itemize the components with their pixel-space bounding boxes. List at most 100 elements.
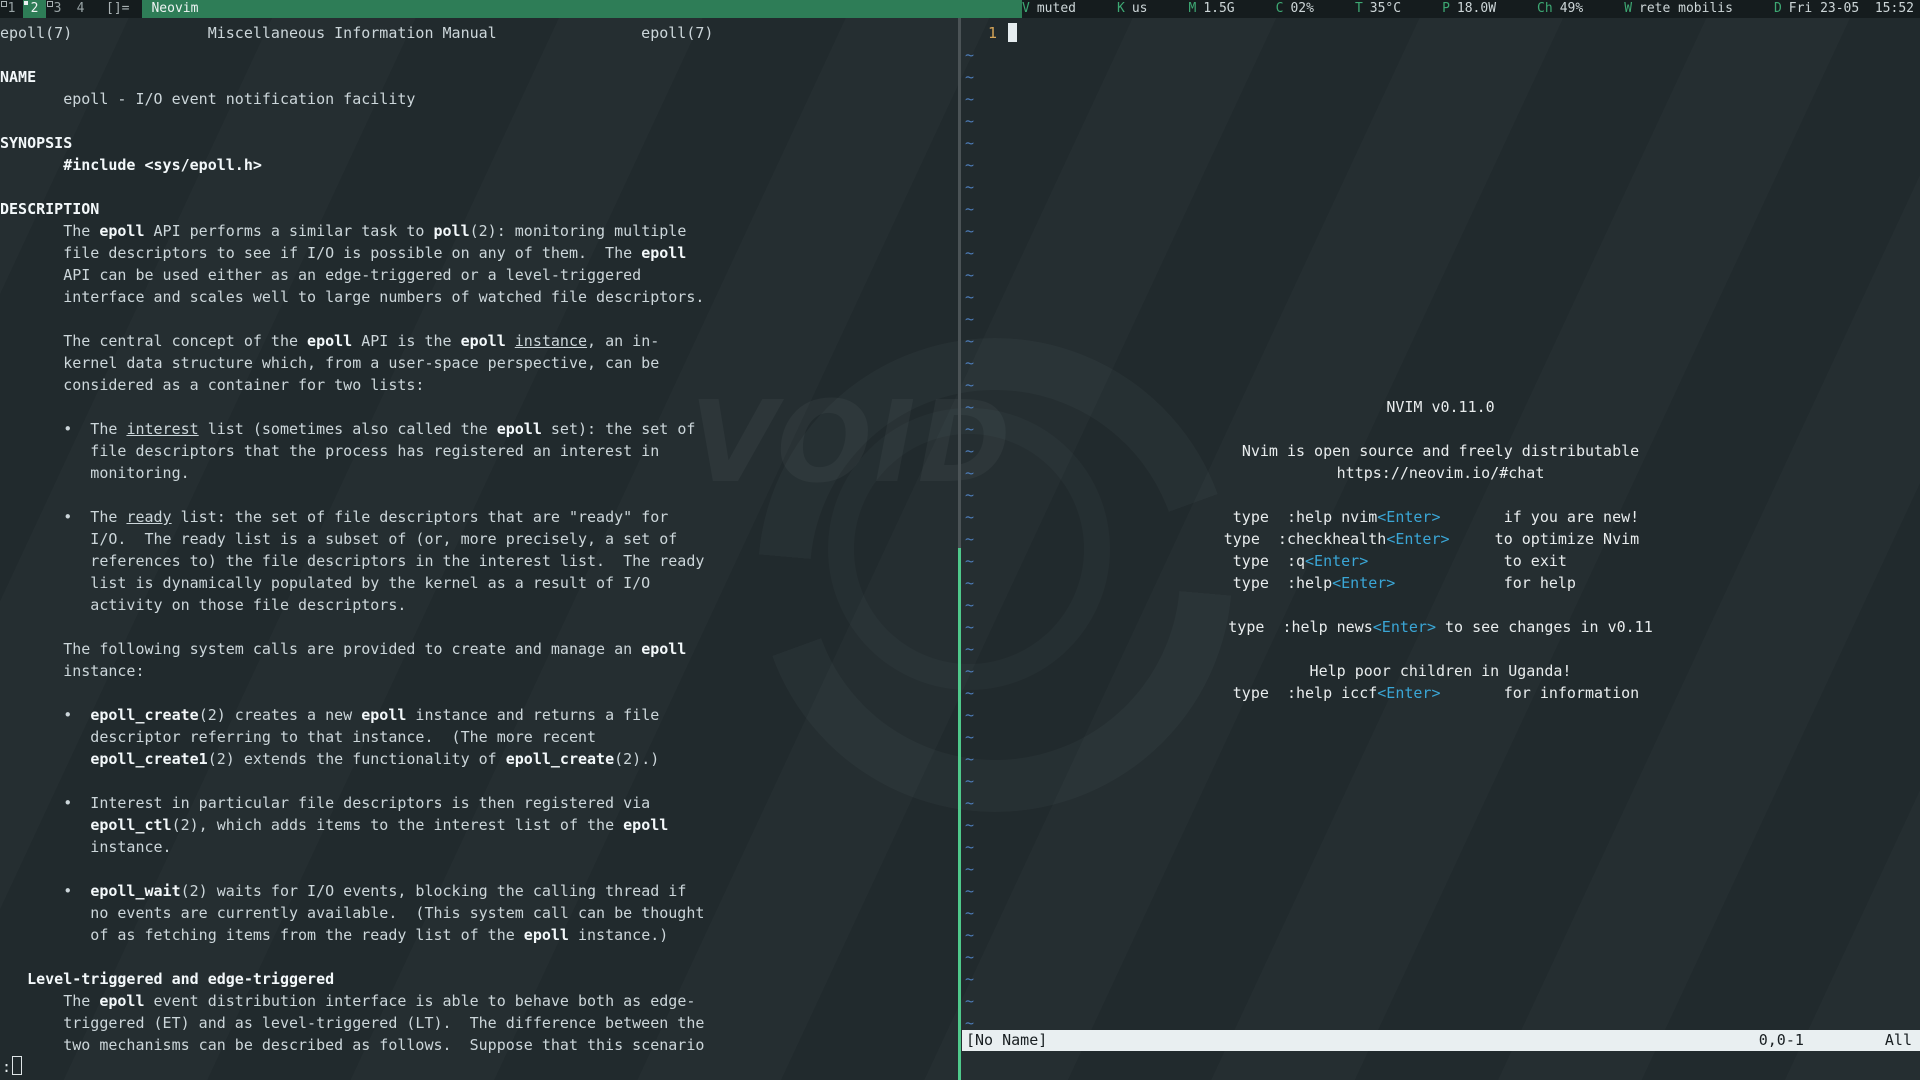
- tilde: ~: [965, 968, 974, 990]
- man-line: • The ready list: the set of file descri…: [0, 506, 668, 528]
- tilde: ~: [965, 1012, 974, 1030]
- man-line: no events are currently available. (This…: [0, 902, 704, 924]
- status-key: Ch: [1537, 1, 1553, 16]
- window-border-focused[interactable]: [958, 548, 961, 1080]
- tilde: ~: [965, 836, 974, 858]
- tilde: ~: [965, 704, 974, 726]
- man-line: epoll(7) Miscellaneous Information Manua…: [0, 22, 713, 44]
- dwm-top-bar: 1234 []= Neovim VmutedKusM1.5GC02%T35°CP…: [0, 0, 1920, 18]
- status-value: rete mobilis: [1639, 1, 1733, 16]
- man-line: triggered (ET) and as level-triggered (L…: [0, 1012, 704, 1034]
- tilde: ~: [965, 880, 974, 902]
- tilde: ~: [965, 88, 974, 110]
- man-line: descriptor referring to that instance. (…: [0, 726, 596, 748]
- status-value: 49%: [1560, 1, 1583, 16]
- tilde: ~: [965, 792, 974, 814]
- status-item-ch: Ch 49%: [1537, 0, 1583, 18]
- status-value: us: [1132, 1, 1148, 16]
- tilde: ~: [965, 220, 974, 242]
- man-line: kernel data structure which, from a user…: [0, 352, 659, 374]
- man-line: instance.: [0, 836, 172, 858]
- man-line: monitoring.: [0, 462, 190, 484]
- tilde: ~: [965, 330, 974, 352]
- status-value: 18.0W: [1457, 1, 1496, 16]
- tilde: ~: [965, 990, 974, 1012]
- pager-prompt-line[interactable]: :: [2, 1056, 22, 1078]
- tilde: ~: [965, 814, 974, 836]
- tag-4[interactable]: 4: [69, 0, 92, 18]
- status-key: C: [1276, 1, 1284, 16]
- status-value: Fri 23-05 15:52: [1789, 1, 1914, 16]
- man-line: • The interest list (sometimes also call…: [0, 418, 695, 440]
- status-bar: VmutedKusM1.5GC02%T35°CP18.0WCh49%Wrete …: [1022, 0, 1920, 18]
- statusline-filename: [No Name]: [966, 1030, 1047, 1051]
- tilde: ~: [965, 176, 974, 198]
- man-line: of as fetching items from the ready list…: [0, 924, 668, 946]
- status-key: M: [1188, 1, 1196, 16]
- nvim-intro-line: type :help<Enter> for help: [973, 572, 1908, 594]
- pager-prompt: :: [2, 1058, 11, 1076]
- nvim-statusline: [No Name] 0,0-1 All: [962, 1030, 1920, 1051]
- man-line: NAME: [0, 66, 36, 88]
- man-line: The following system calls are provided …: [0, 638, 686, 660]
- tilde: ~: [965, 242, 974, 264]
- nvim-intro-line: type :help iccf<Enter> for information: [973, 682, 1908, 704]
- man-line: #include <sys/epoll.h>: [0, 154, 262, 176]
- statusline-scroll-position: All: [1885, 1030, 1912, 1051]
- man-line: DESCRIPTION: [0, 198, 99, 220]
- tag-indicator-square: [47, 1, 53, 7]
- man-line: two mechanisms can be described as follo…: [0, 1034, 704, 1056]
- status-key: P: [1442, 1, 1450, 16]
- tilde: ~: [965, 924, 974, 946]
- tilde: ~: [965, 44, 974, 66]
- man-line: • epoll_wait(2) waits for I/O events, bl…: [0, 880, 686, 902]
- statusline-ruler: 0,0-1: [1759, 1030, 1804, 1051]
- status-key: V: [1022, 1, 1030, 16]
- focused-window-title: Neovim: [142, 0, 1022, 18]
- man-line: instance:: [0, 660, 145, 682]
- man-line: API can be used either as an edge-trigge…: [0, 264, 641, 286]
- tag-indicator-square: [24, 1, 28, 5]
- man-line: considered as a container for two lists:: [0, 374, 424, 396]
- man-line: interface and scales well to large numbe…: [0, 286, 704, 308]
- tilde: ~: [965, 638, 974, 660]
- man-line: • Interest in particular file descriptor…: [0, 792, 650, 814]
- man-line: epoll_ctl(2), which adds items to the in…: [0, 814, 668, 836]
- layout-symbol[interactable]: []=: [92, 0, 142, 18]
- tilde: ~: [965, 154, 974, 176]
- tag-2[interactable]: 2: [23, 0, 46, 18]
- status-item-v: Vmuted: [1022, 0, 1076, 18]
- nvim-intro-line: type :help nvim<Enter> if you are new!: [973, 506, 1908, 528]
- nvim-intro-line: Help poor children in Uganda!: [973, 660, 1908, 682]
- status-item-c: C 02%: [1276, 0, 1314, 18]
- status-value: 02%: [1290, 1, 1313, 16]
- tilde: ~: [965, 594, 974, 616]
- window-border-unfocused: [958, 18, 961, 548]
- pager-cursor: [12, 1056, 22, 1075]
- tag-indicator-square: [1, 1, 7, 7]
- tilde: ~: [965, 110, 974, 132]
- tilde: ~: [965, 902, 974, 924]
- man-line: references to) the file descriptors in t…: [0, 550, 704, 572]
- tilde: ~: [965, 308, 974, 330]
- tag-3[interactable]: 3: [46, 0, 69, 18]
- status-key: T: [1355, 1, 1363, 16]
- man-line: file descriptors to see if I/O is possib…: [0, 242, 686, 264]
- man-line: The epoll event distribution interface i…: [0, 990, 695, 1012]
- status-item-t: T35°C: [1355, 0, 1401, 18]
- nvim-cursor: [1008, 23, 1017, 42]
- tilde: ~: [965, 484, 974, 506]
- status-key: K: [1117, 1, 1125, 16]
- statusline-gap: [1804, 1030, 1885, 1051]
- tilde: ~: [965, 286, 974, 308]
- man-line: SYNOPSIS: [0, 132, 72, 154]
- neovim-pane[interactable]: 1 ~~~~~~~~~~~~~~~~~~~~~~~~~~~~~~~~~~~~~~…: [961, 18, 1920, 1080]
- status-item-p: P 18.0W: [1442, 0, 1496, 18]
- status-value: muted: [1037, 1, 1076, 16]
- terminal-man-page-pane[interactable]: epoll(7) Miscellaneous Information Manua…: [0, 18, 957, 1080]
- tag-1[interactable]: 1: [0, 0, 23, 18]
- status-item-d: DFri 23-05 15:52: [1774, 0, 1914, 18]
- man-line: • epoll_create(2) creates a new epoll in…: [0, 704, 659, 726]
- nvim-intro-line: https://neovim.io/#chat: [973, 462, 1908, 484]
- man-line: I/O. The ready list is a subset of (or, …: [0, 528, 677, 550]
